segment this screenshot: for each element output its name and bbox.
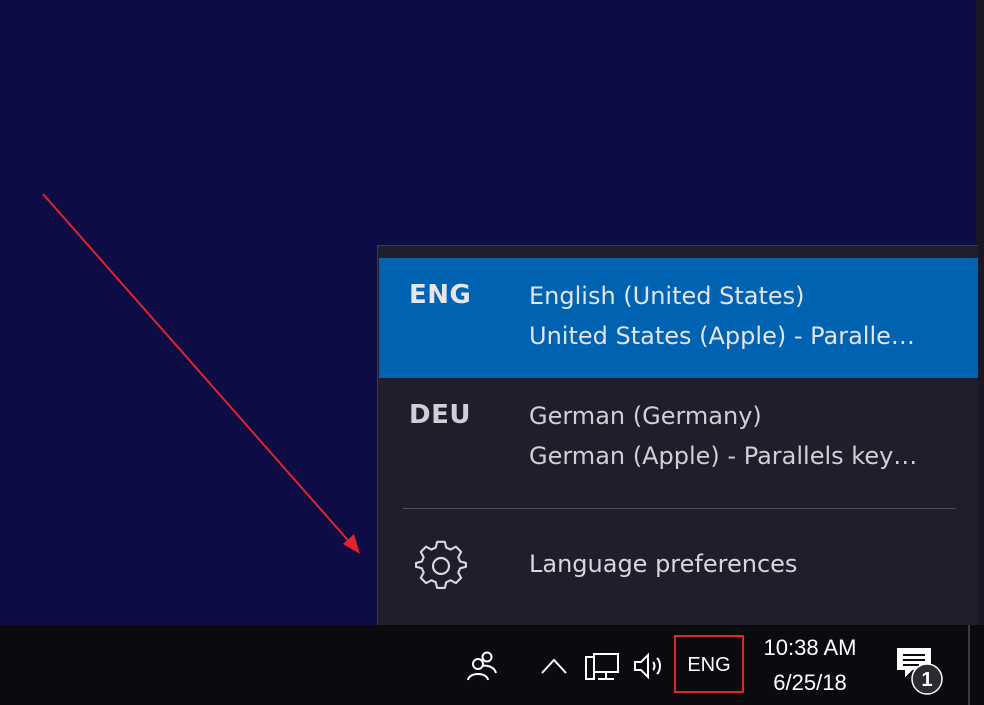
taskbar: ENG 10:38 AM 6/25/18 1 [0, 625, 984, 705]
language-preferences-label: Language preferences [529, 550, 798, 578]
divider [403, 508, 956, 509]
language-option-deu[interactable]: DEU German (Germany) German (Apple) - Pa… [379, 378, 978, 498]
language-name: German (Germany) [529, 402, 762, 430]
clock[interactable]: 10:38 AM 6/25/18 [752, 633, 868, 699]
people-icon[interactable] [465, 649, 499, 683]
keyboard-layout: German (Apple) - Parallels key… [529, 442, 918, 470]
language-name: English (United States) [529, 282, 805, 310]
language-flyout: ENG English (United States) United State… [377, 245, 978, 625]
network-icon[interactable] [584, 651, 620, 683]
language-code: ENG [409, 280, 472, 310]
input-indicator-label: ENG [687, 654, 731, 676]
language-preferences-link[interactable]: Language preferences [379, 526, 978, 606]
clock-date: 6/25/18 [773, 670, 847, 695]
chevron-up-icon[interactable] [539, 655, 569, 677]
action-center-icon[interactable]: 1 [892, 645, 946, 699]
language-code: DEU [409, 400, 471, 430]
notification-count: 1 [921, 669, 932, 691]
input-indicator[interactable]: ENG [674, 635, 744, 693]
show-desktop-divider[interactable] [968, 625, 970, 705]
clock-time: 10:38 AM [763, 635, 857, 660]
language-option-eng[interactable]: ENG English (United States) United State… [379, 258, 978, 378]
gear-icon [415, 540, 467, 589]
volume-icon[interactable] [632, 651, 666, 681]
keyboard-layout: United States (Apple) - Paralle… [529, 322, 915, 350]
